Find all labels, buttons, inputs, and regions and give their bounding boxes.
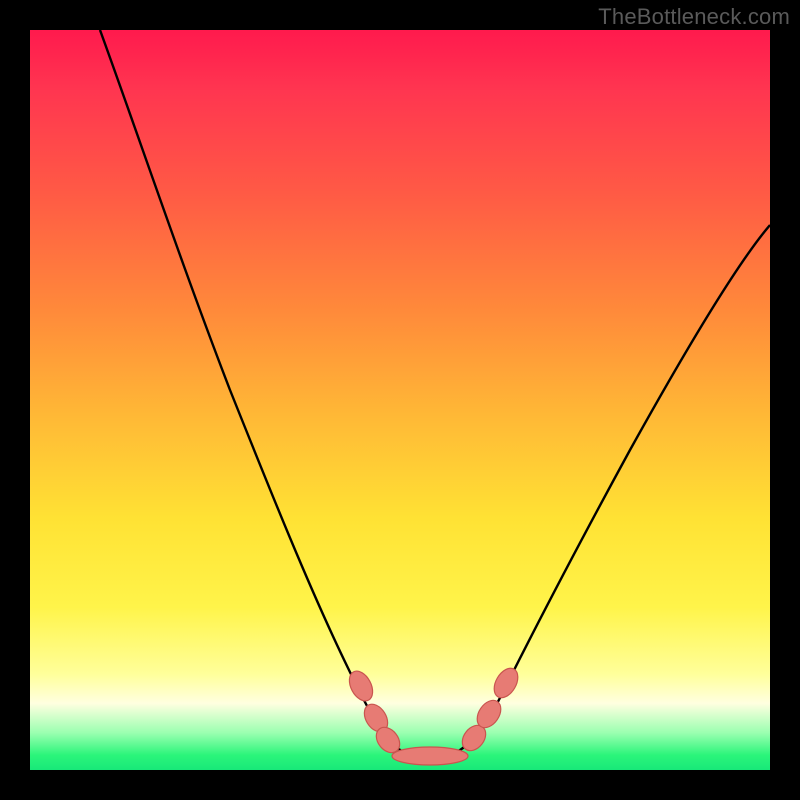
right-upper-marker	[489, 664, 522, 702]
bottom-center-marker	[392, 747, 468, 765]
chart-svg	[30, 30, 770, 770]
chart-frame: TheBottleneck.com	[0, 0, 800, 800]
bottleneck-curve-path	[100, 30, 770, 758]
plot-area	[30, 30, 770, 770]
watermark-text: TheBottleneck.com	[598, 4, 790, 30]
marker-group	[345, 664, 523, 765]
